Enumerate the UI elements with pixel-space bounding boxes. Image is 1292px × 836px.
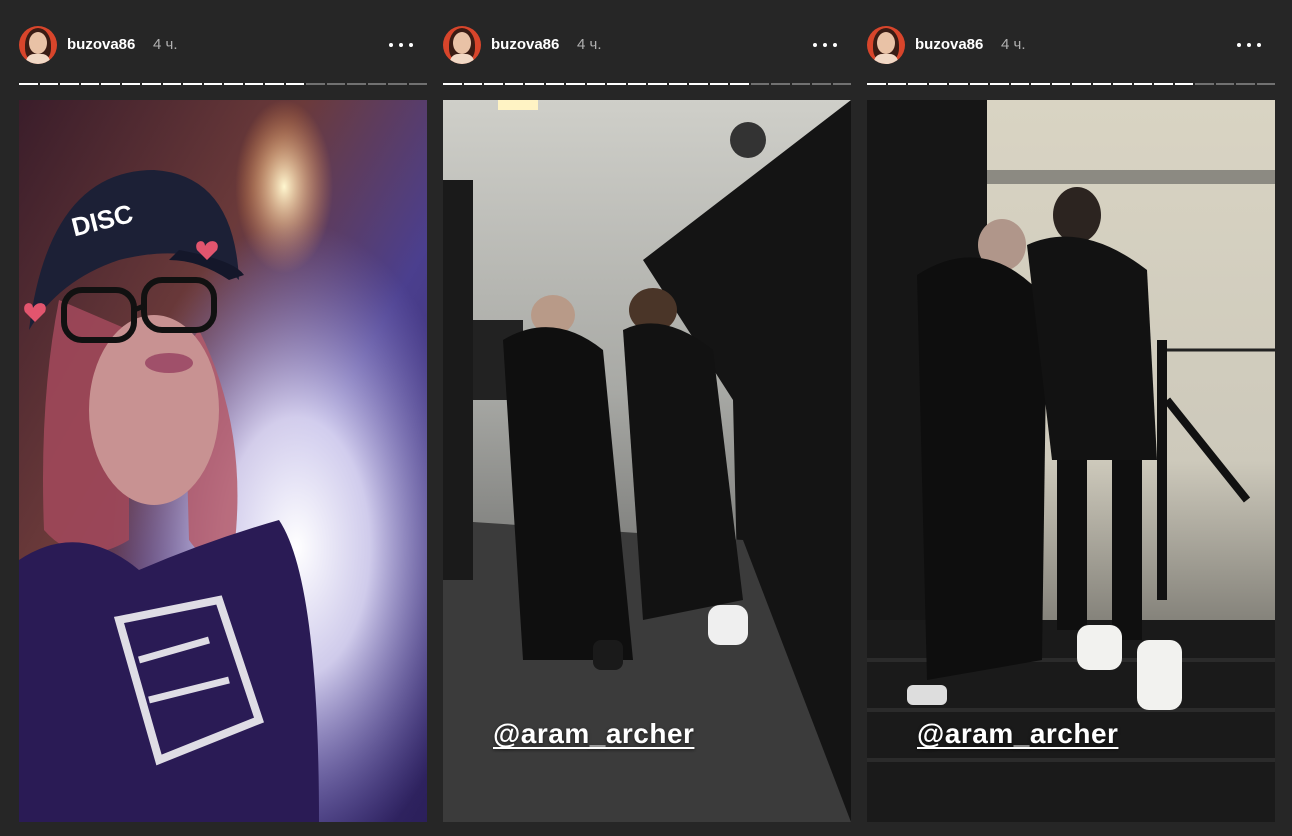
progress-segment	[832, 83, 851, 85]
progress-segment	[1072, 83, 1091, 85]
progress-segment	[566, 83, 585, 85]
progress-segment	[586, 83, 605, 85]
progress-segment	[525, 83, 544, 85]
progress-segment	[990, 83, 1009, 85]
progress-segment	[709, 83, 728, 85]
progress-segment	[1092, 83, 1111, 85]
progress-segment	[1154, 83, 1173, 85]
more-dots-icon[interactable]	[1235, 33, 1263, 55]
progress-segment	[812, 83, 831, 85]
story-progress-bar	[867, 83, 1275, 85]
progress-segment	[750, 83, 769, 85]
timestamp: 4 ч.	[153, 36, 178, 53]
story-feed: buzova86 4 ч. DISC buzova86 4 ч. @aram_a…	[0, 0, 1292, 836]
progress-segment	[867, 83, 886, 85]
more-dots-icon[interactable]	[811, 33, 839, 55]
progress-segment	[388, 83, 407, 85]
progress-segment	[1133, 83, 1152, 85]
progress-segment	[887, 83, 906, 85]
progress-segment	[162, 83, 181, 85]
progress-segment	[183, 83, 202, 85]
progress-segment	[791, 83, 810, 85]
story-card: buzova86 4 ч.	[867, 0, 1275, 836]
username[interactable]: buzova86	[67, 36, 135, 53]
avatar[interactable]	[443, 26, 481, 64]
progress-segment	[928, 83, 947, 85]
progress-segment	[463, 83, 482, 85]
progress-segment	[689, 83, 708, 85]
progress-segment	[60, 83, 79, 85]
progress-segment	[244, 83, 263, 85]
story-photo-selfie: DISC	[19, 100, 427, 822]
progress-segment	[627, 83, 646, 85]
progress-segment	[306, 83, 325, 85]
progress-segment	[1195, 83, 1214, 85]
progress-segment	[771, 83, 790, 85]
progress-segment	[908, 83, 927, 85]
progress-segment	[1256, 83, 1275, 85]
progress-segment	[408, 83, 427, 85]
progress-segment	[1215, 83, 1234, 85]
timestamp: 4 ч.	[1001, 36, 1026, 53]
progress-segment	[969, 83, 988, 85]
progress-segment	[326, 83, 345, 85]
progress-segment	[484, 83, 503, 85]
progress-segment	[39, 83, 58, 85]
username[interactable]: buzova86	[491, 36, 559, 53]
story-header: buzova86 4 ч.	[443, 24, 851, 66]
progress-segment	[949, 83, 968, 85]
progress-segment	[504, 83, 523, 85]
avatar[interactable]	[867, 26, 905, 64]
progress-segment	[142, 83, 161, 85]
progress-segment	[1031, 83, 1050, 85]
avatar[interactable]	[19, 26, 57, 64]
progress-segment	[730, 83, 749, 85]
progress-segment	[607, 83, 626, 85]
story-image[interactable]: DISC	[19, 100, 427, 822]
username[interactable]: buzova86	[915, 36, 983, 53]
story-progress-bar	[19, 83, 427, 85]
progress-segment	[1113, 83, 1132, 85]
progress-segment	[285, 83, 304, 85]
progress-segment	[121, 83, 140, 85]
progress-segment	[668, 83, 687, 85]
story-progress-bar	[443, 83, 851, 85]
timestamp: 4 ч.	[577, 36, 602, 53]
progress-segment	[1174, 83, 1193, 85]
mention-sticker[interactable]: @aram_archer	[483, 712, 704, 756]
mention-sticker[interactable]: @aram_archer	[907, 712, 1128, 756]
progress-segment	[19, 83, 38, 85]
story-card: buzova86 4 ч.	[19, 0, 427, 836]
story-card: buzova86 4 ч.	[443, 0, 851, 836]
progress-segment	[1010, 83, 1029, 85]
progress-segment	[1236, 83, 1255, 85]
progress-segment	[367, 83, 386, 85]
story-header: buzova86 4 ч.	[867, 24, 1275, 66]
progress-segment	[101, 83, 120, 85]
progress-segment	[347, 83, 366, 85]
progress-segment	[443, 83, 462, 85]
story-image[interactable]: @aram_archer	[443, 100, 851, 822]
progress-segment	[1051, 83, 1070, 85]
more-dots-icon[interactable]	[387, 33, 415, 55]
story-image[interactable]: @aram_archer	[867, 100, 1275, 822]
progress-segment	[265, 83, 284, 85]
progress-segment	[80, 83, 99, 85]
progress-segment	[545, 83, 564, 85]
progress-segment	[203, 83, 222, 85]
progress-segment	[224, 83, 243, 85]
story-header: buzova86 4 ч.	[19, 24, 427, 66]
progress-segment	[648, 83, 667, 85]
